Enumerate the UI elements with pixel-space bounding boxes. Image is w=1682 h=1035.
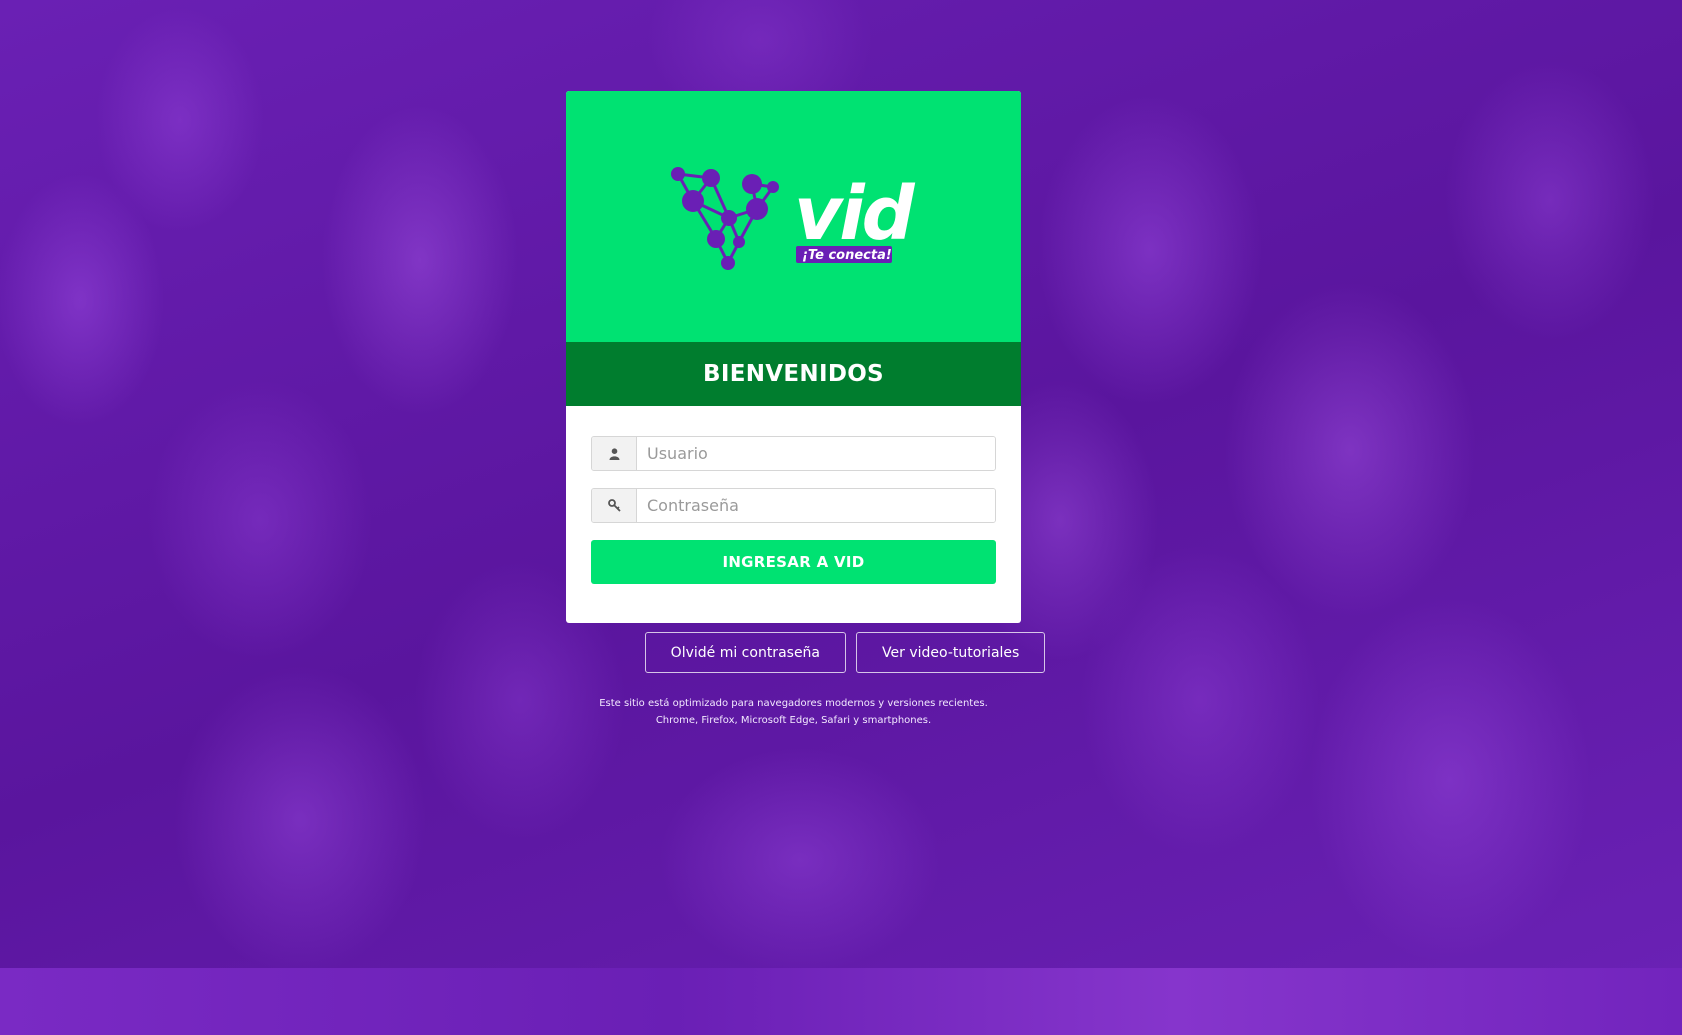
user-icon (592, 437, 637, 470)
vid-logo: vid ¡Te conecta! (670, 166, 918, 270)
video-tutorials-button[interactable]: Ver video-tutoriales (856, 632, 1046, 673)
secondary-links: Olvidé mi contraseña Ver video-tutoriale… (0, 632, 1682, 673)
username-input[interactable] (637, 437, 995, 470)
logo-area: vid ¡Te conecta! (566, 91, 1021, 342)
login-form: INGRESAR A VID (566, 406, 1021, 623)
login-card: vid ¡Te conecta! BIENVENIDOS Usuario ING… (566, 91, 1021, 623)
welcome-header: BIENVENIDOS (566, 342, 1021, 406)
browser-notice-line2: Chrome, Firefox, Microsoft Edge, Safari … (655, 715, 932, 726)
username-group (591, 436, 996, 471)
logo-tagline: ¡Te conecta! (802, 248, 892, 263)
logo-word: vid (794, 171, 916, 257)
molecule-v-logo-icon (670, 166, 779, 270)
password-group (591, 488, 996, 523)
key-icon (592, 489, 637, 522)
login-submit-button[interactable]: INGRESAR A VID (591, 540, 996, 584)
browser-notice: Este sitio está optimizado para navegado… (566, 695, 1021, 729)
browser-notice-line1: Este sitio está optimizado para navegado… (599, 698, 988, 709)
password-input[interactable] (637, 489, 995, 522)
background-bottom-strip (0, 968, 1682, 1035)
forgot-password-button[interactable]: Olvidé mi contraseña (644, 632, 847, 673)
